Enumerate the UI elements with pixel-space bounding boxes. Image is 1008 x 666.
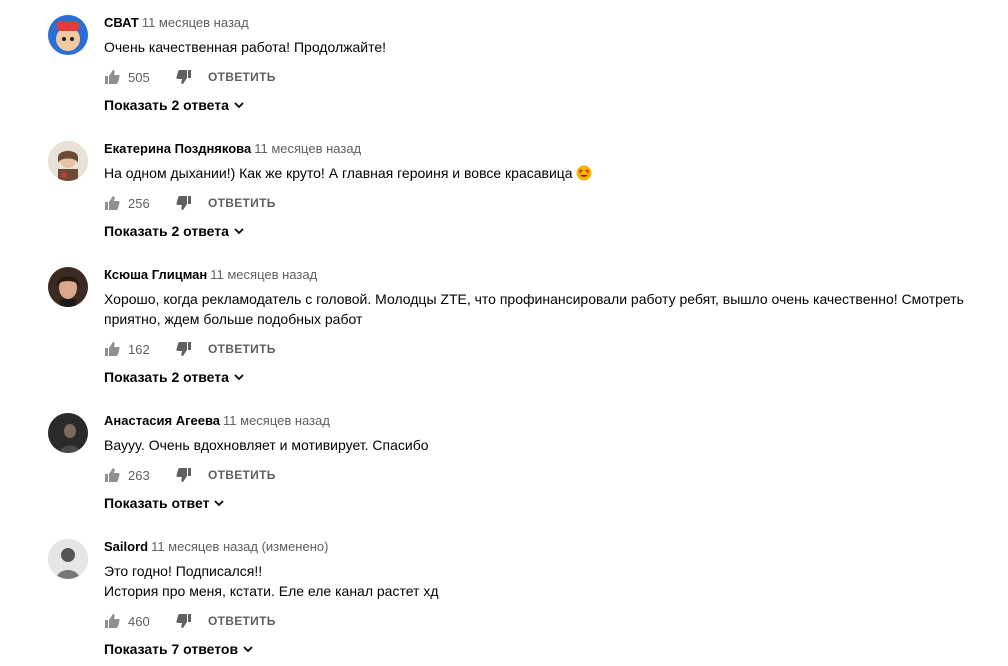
comment-time[interactable]: 11 месяцев назад (изменено) (151, 539, 328, 554)
avatar[interactable] (48, 413, 88, 453)
show-replies-button[interactable]: Показать 2 ответа (104, 221, 984, 241)
avatar[interactable] (48, 141, 88, 181)
show-replies-button[interactable]: Показать ответ (104, 493, 984, 513)
comment-text: Очень качественная работа! Продолжайте! (104, 37, 984, 57)
comment-header: СВАТ 11 месяцев назад (104, 15, 984, 31)
like-count: 162 (128, 341, 150, 357)
avatar-image (48, 15, 88, 55)
comment-text-line: Вауyy. Очень вдохновляет и мотивирует. С… (104, 437, 429, 453)
show-replies-button[interactable]: Показать 2 ответа (104, 95, 984, 115)
comment-text: Хорошо, когда рекламодатель с головой. М… (104, 289, 984, 329)
comment-actions: 460 ОТВЕТИТЬ (104, 611, 984, 631)
thumbs-down-icon[interactable] (176, 613, 192, 629)
comment-time[interactable]: 11 месяцев назад (210, 267, 317, 282)
thumbs-down-icon[interactable] (176, 69, 192, 85)
show-replies-label: Показать 7 ответов (104, 641, 239, 657)
comment-actions: 505 ОТВЕТИТЬ (104, 67, 984, 87)
comment-actions: 162 ОТВЕТИТЬ (104, 339, 984, 359)
like-count: 256 (128, 195, 150, 211)
chevron-down-icon (234, 102, 244, 109)
avatar[interactable] (48, 539, 88, 579)
comment-text: Вауyy. Очень вдохновляет и мотивирует. С… (104, 435, 984, 455)
comment-text-line: Очень качественная работа! Продолжайте! (104, 39, 387, 55)
comment-text-line: На одном дыхании!) Как же круто! А главн… (104, 163, 984, 183)
author-name[interactable]: Ксюша Глицман (104, 267, 207, 282)
comment-time[interactable]: 11 месяцев назад (223, 413, 330, 428)
author-name[interactable]: Екатерина Позднякова (104, 141, 251, 156)
thumbs-down-icon[interactable] (176, 195, 192, 211)
comment-text-line: Это годно! Подписался!! (104, 563, 263, 579)
author-name[interactable]: Sailord (104, 539, 148, 554)
chevron-down-icon (234, 228, 244, 235)
like-count: 460 (128, 613, 150, 629)
comment-text-line: приятно, ждем больше подобных работ (104, 311, 363, 327)
comment-text-content: На одном дыхании!) Как же круто! А главн… (104, 165, 573, 181)
show-replies-label: Показать 2 ответа (104, 97, 229, 113)
comment-header: Sailord 11 месяцев назад (изменено) (104, 539, 984, 555)
chevron-down-icon (234, 374, 244, 381)
avatar-image (48, 539, 88, 579)
avatar[interactable] (48, 267, 88, 307)
avatar-image (48, 267, 88, 307)
reply-button[interactable]: ОТВЕТИТЬ (208, 614, 276, 628)
thumbs-up-icon[interactable] (104, 195, 120, 211)
comment-actions: 256 ОТВЕТИТЬ (104, 193, 984, 213)
comment-text: На одном дыхании!) Как же круто! А главн… (104, 163, 984, 183)
avatar-image (48, 413, 88, 453)
comment-header: Екатерина Позднякова 11 месяцев назад (104, 141, 984, 157)
show-replies-button[interactable]: Показать 2 ответа (104, 367, 984, 387)
comment-header: Анастасия Агеева 11 месяцев назад (104, 413, 984, 429)
thumbs-up-icon[interactable] (104, 69, 120, 85)
author-name[interactable]: СВАТ (104, 15, 139, 30)
reply-button[interactable]: ОТВЕТИТЬ (208, 70, 276, 84)
show-replies-label: Показать 2 ответа (104, 223, 229, 239)
like-count: 505 (128, 69, 150, 85)
thumbs-down-icon[interactable] (176, 341, 192, 357)
avatar[interactable] (48, 15, 88, 55)
comment-actions: 263 ОТВЕТИТЬ (104, 465, 984, 485)
chevron-down-icon (243, 646, 253, 653)
reply-button[interactable]: ОТВЕТИТЬ (208, 342, 276, 356)
comment-header: Ксюша Глицман 11 месяцев назад (104, 267, 984, 283)
like-count: 263 (128, 467, 150, 483)
comment-time[interactable]: 11 месяцев назад (142, 15, 249, 30)
reply-button[interactable]: ОТВЕТИТЬ (208, 468, 276, 482)
thumbs-up-icon[interactable] (104, 613, 120, 629)
chevron-down-icon (214, 500, 225, 507)
avatar-image (48, 141, 88, 181)
thumbs-up-icon[interactable] (104, 467, 120, 483)
heart-eyes-emoji-icon (576, 165, 592, 181)
reply-button[interactable]: ОТВЕТИТЬ (208, 196, 276, 210)
show-replies-label: Показать 2 ответа (104, 369, 229, 385)
thumbs-down-icon[interactable] (176, 467, 192, 483)
comment-time[interactable]: 11 месяцев назад (254, 141, 361, 156)
show-replies-label: Показать ответ (104, 495, 210, 511)
thumbs-up-icon[interactable] (104, 341, 120, 357)
comment-text: Это годно! Подписался!! История про меня… (104, 561, 984, 601)
comment-text-line: История про меня, кстати. Еле еле канал … (104, 583, 439, 599)
comment-text-line: Хорошо, когда рекламодатель с головой. М… (104, 291, 964, 307)
show-replies-button[interactable]: Показать 7 ответов (104, 639, 984, 659)
author-name[interactable]: Анастасия Агеева (104, 413, 220, 428)
